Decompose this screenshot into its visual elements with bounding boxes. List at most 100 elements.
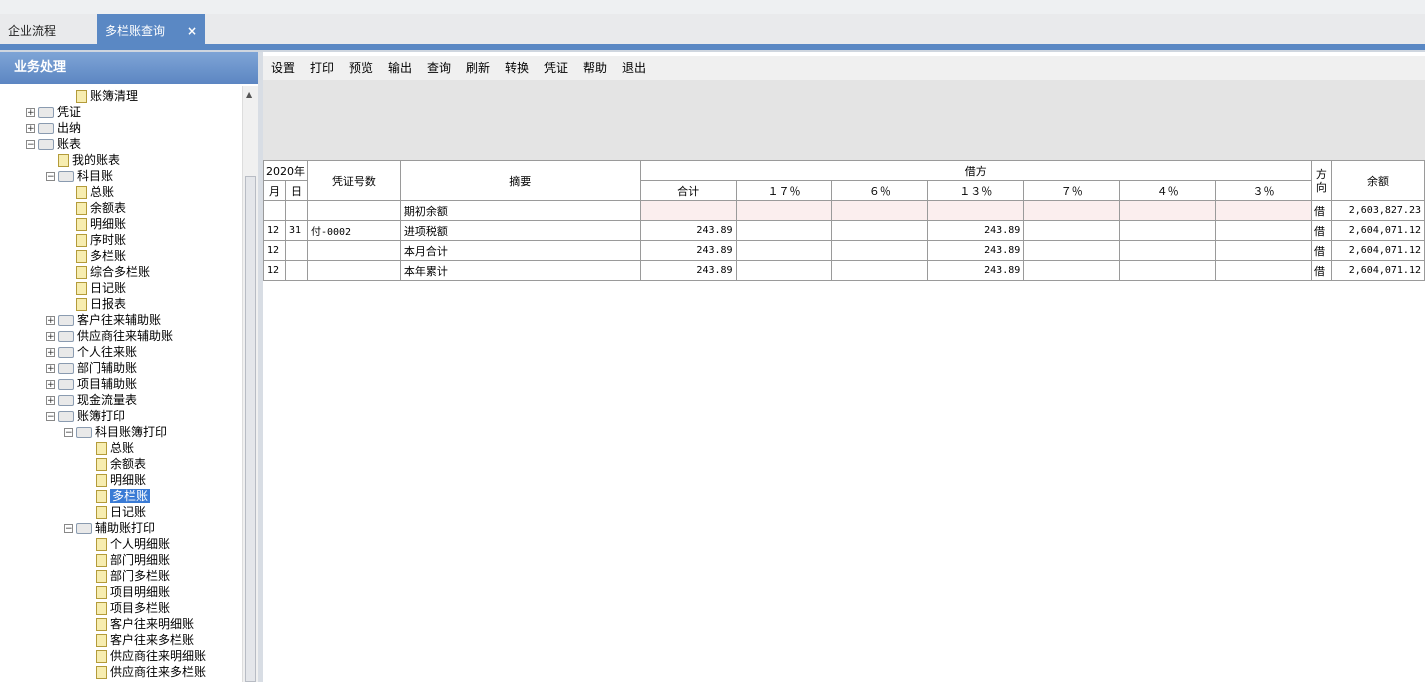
toolbar-button[interactable]: 退出 bbox=[622, 56, 646, 80]
table-row[interactable]: 12 本年累计 243.89 243.89 借 2,604,071.12 bbox=[263, 260, 1425, 281]
tree-node[interactable]: 项目明细账 bbox=[96, 584, 170, 600]
tree-node[interactable]: 序时账 bbox=[76, 232, 126, 248]
rate-13-cell[interactable] bbox=[927, 200, 1025, 221]
expand-icon[interactable]: + bbox=[46, 364, 55, 374]
collapse-icon[interactable]: − bbox=[46, 172, 55, 182]
close-icon[interactable]: × bbox=[187, 14, 197, 48]
tree-node[interactable]: − 辅助账打印 bbox=[64, 520, 155, 536]
rate-4-cell[interactable] bbox=[1119, 240, 1217, 261]
tree-node[interactable]: 综合多栏账 bbox=[76, 264, 150, 280]
summary-cell[interactable]: 期初余额 bbox=[399, 200, 641, 221]
tree-node[interactable]: 明细账 bbox=[76, 216, 126, 232]
tree-node[interactable]: 我的账表 bbox=[58, 152, 120, 168]
toolbar-button[interactable]: 帮助 bbox=[583, 56, 607, 80]
collapse-icon[interactable]: − bbox=[64, 524, 73, 534]
tree-node[interactable]: + 供应商往来辅助账 bbox=[46, 328, 173, 344]
rate-4-cell[interactable] bbox=[1119, 200, 1217, 221]
tree-node[interactable]: + 个人往来账 bbox=[46, 344, 137, 360]
month-cell[interactable]: 12 bbox=[263, 240, 286, 261]
month-cell[interactable]: 12 bbox=[263, 220, 286, 241]
voucher-cell[interactable] bbox=[306, 260, 401, 281]
rate-6-cell[interactable] bbox=[831, 240, 929, 261]
rate-3-cell[interactable] bbox=[1215, 200, 1312, 221]
expand-icon[interactable]: + bbox=[46, 380, 55, 390]
tree-node[interactable]: 总账 bbox=[76, 184, 114, 200]
tree-node[interactable]: + 部门辅助账 bbox=[46, 360, 137, 376]
expand-icon[interactable]: + bbox=[46, 316, 55, 326]
toolbar-button[interactable]: 打印 bbox=[310, 56, 334, 80]
day-cell[interactable]: 31 bbox=[284, 220, 308, 241]
rate-17-cell[interactable] bbox=[735, 260, 833, 281]
voucher-cell[interactable]: 付-0002 bbox=[306, 220, 401, 241]
total-cell[interactable]: 243.89 bbox=[639, 260, 737, 281]
tree-node[interactable]: 部门明细账 bbox=[96, 552, 170, 568]
summary-cell[interactable]: 本月合计 bbox=[399, 240, 641, 261]
day-cell[interactable] bbox=[284, 260, 308, 281]
tab-multi-column-ledger[interactable]: 多栏账查询 × bbox=[97, 14, 205, 44]
tree-node[interactable]: 账簿清理 bbox=[76, 88, 138, 104]
toolbar-button[interactable]: 查询 bbox=[427, 56, 451, 80]
scroll-thumb[interactable] bbox=[245, 176, 256, 682]
direction-cell[interactable]: 借 bbox=[1310, 240, 1332, 261]
tree-node[interactable]: 余额表 bbox=[76, 200, 126, 216]
tree-node[interactable]: 客户往来明细账 bbox=[96, 616, 194, 632]
rate-6-cell[interactable] bbox=[831, 260, 929, 281]
tree-node[interactable]: 多栏账 bbox=[96, 488, 151, 504]
total-cell[interactable]: 243.89 bbox=[639, 240, 737, 261]
rate-13-cell[interactable]: 243.89 bbox=[927, 220, 1025, 241]
tree-node[interactable]: − 账簿打印 bbox=[46, 408, 125, 424]
tree-node[interactable]: 供应商往来明细账 bbox=[96, 648, 206, 664]
tree-node[interactable]: 总账 bbox=[96, 440, 134, 456]
toolbar-button[interactable]: 预览 bbox=[349, 56, 373, 80]
day-cell[interactable] bbox=[284, 240, 308, 261]
collapse-icon[interactable]: − bbox=[26, 140, 35, 150]
voucher-cell[interactable] bbox=[306, 200, 401, 221]
rate-7-cell[interactable] bbox=[1023, 260, 1121, 281]
rate-13-cell[interactable]: 243.89 bbox=[927, 260, 1025, 281]
tree-node[interactable]: − 科目账 bbox=[46, 168, 113, 184]
tree-node[interactable]: + 客户往来辅助账 bbox=[46, 312, 161, 328]
rate-7-cell[interactable] bbox=[1023, 220, 1121, 241]
rate-13-cell[interactable]: 243.89 bbox=[927, 240, 1025, 261]
rate-6-cell[interactable] bbox=[831, 200, 929, 221]
day-cell[interactable] bbox=[284, 200, 308, 221]
toolbar-button[interactable]: 刷新 bbox=[466, 56, 490, 80]
tree-node[interactable]: 日记账 bbox=[96, 504, 146, 520]
scroll-up-icon[interactable]: ▲ bbox=[246, 90, 252, 99]
rate-3-cell[interactable] bbox=[1215, 260, 1312, 281]
tree-node[interactable]: 项目多栏账 bbox=[96, 600, 170, 616]
toolbar-button[interactable]: 设置 bbox=[271, 56, 295, 80]
total-cell[interactable]: 243.89 bbox=[639, 220, 737, 241]
voucher-cell[interactable] bbox=[306, 240, 401, 261]
tree-node[interactable]: + 项目辅助账 bbox=[46, 376, 137, 392]
rate-17-cell[interactable] bbox=[735, 240, 833, 261]
balance-cell[interactable]: 2,604,071.12 bbox=[1330, 220, 1425, 241]
tree-node[interactable]: 部门多栏账 bbox=[96, 568, 170, 584]
table-row[interactable]: 12 31 付-0002 进项税额 243.89 243.89 借 2,604,071.12 bbox=[263, 220, 1425, 241]
rate-4-cell[interactable] bbox=[1119, 220, 1217, 241]
balance-cell[interactable]: 2,604,071.12 bbox=[1330, 260, 1425, 281]
rate-6-cell[interactable] bbox=[831, 220, 929, 241]
tree-node[interactable]: 个人明细账 bbox=[96, 536, 170, 552]
rate-3-cell[interactable] bbox=[1215, 240, 1312, 261]
collapse-icon[interactable]: − bbox=[64, 428, 73, 438]
expand-icon[interactable]: + bbox=[46, 332, 55, 342]
balance-cell[interactable]: 2,603,827.23 bbox=[1330, 200, 1425, 221]
total-cell[interactable] bbox=[639, 200, 737, 221]
direction-cell[interactable]: 借 bbox=[1310, 220, 1332, 241]
rate-17-cell[interactable] bbox=[735, 220, 833, 241]
table-row[interactable]: 12 本月合计 243.89 243.89 借 2,604,071.12 bbox=[263, 240, 1425, 261]
table-row[interactable]: 期初余额 借 2,603,827.23 bbox=[263, 200, 1425, 221]
tree-node[interactable]: + 凭证 bbox=[26, 104, 81, 120]
expand-icon[interactable]: + bbox=[46, 348, 55, 358]
rate-7-cell[interactable] bbox=[1023, 200, 1121, 221]
tree-node[interactable]: − 科目账簿打印 bbox=[64, 424, 167, 440]
summary-cell[interactable]: 本年累计 bbox=[399, 260, 641, 281]
tree-node[interactable]: 明细账 bbox=[96, 472, 146, 488]
tree-node[interactable]: 日记账 bbox=[76, 280, 126, 296]
collapse-icon[interactable]: − bbox=[46, 412, 55, 422]
direction-cell[interactable]: 借 bbox=[1310, 260, 1332, 281]
tree-node[interactable]: 客户往来多栏账 bbox=[96, 632, 194, 648]
toolbar-button[interactable]: 凭证 bbox=[544, 56, 568, 80]
toolbar-button[interactable]: 输出 bbox=[388, 56, 412, 80]
